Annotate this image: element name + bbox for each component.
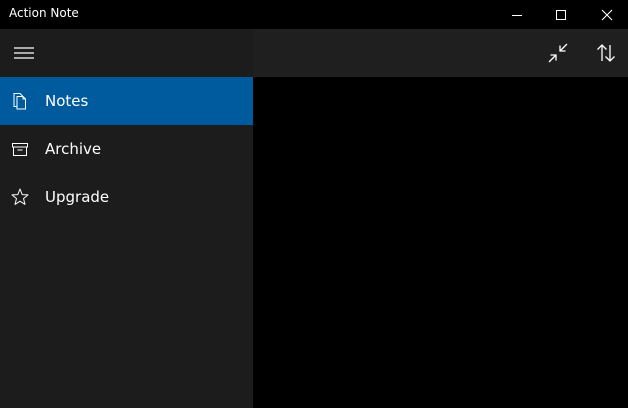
nav-item-upgrade[interactable]: Upgrade — [0, 173, 253, 221]
notes-icon — [10, 91, 30, 111]
hamburger-icon — [14, 47, 34, 59]
maximize-button[interactable] — [538, 0, 584, 29]
minimize-button[interactable] — [494, 0, 540, 29]
title-bar: Action Note — [0, 0, 628, 29]
sort-icon — [597, 44, 615, 62]
nav-label-notes: Notes — [45, 92, 89, 110]
collapse-button[interactable] — [534, 29, 582, 77]
nav-label-archive: Archive — [45, 140, 102, 158]
nav-item-archive[interactable]: Archive — [0, 125, 253, 173]
hamburger-button[interactable] — [0, 29, 48, 77]
minimize-icon — [512, 14, 522, 16]
star-icon — [10, 187, 30, 207]
sort-button[interactable] — [582, 29, 628, 77]
notes-content-area — [253, 77, 628, 408]
maximize-icon — [556, 9, 566, 20]
nav-item-notes[interactable]: Notes — [0, 77, 253, 125]
nav-label-upgrade: Upgrade — [45, 188, 110, 206]
app-window: Action Note Notes Archive Upgrade — [0, 0, 628, 408]
close-icon — [601, 9, 613, 20]
navigation-pane: Notes Archive Upgrade — [0, 29, 253, 408]
close-button[interactable] — [584, 0, 628, 29]
command-bar — [253, 29, 628, 77]
app-title: Action Note — [9, 6, 79, 20]
collapse-icon — [548, 43, 568, 63]
archive-icon — [10, 139, 30, 159]
